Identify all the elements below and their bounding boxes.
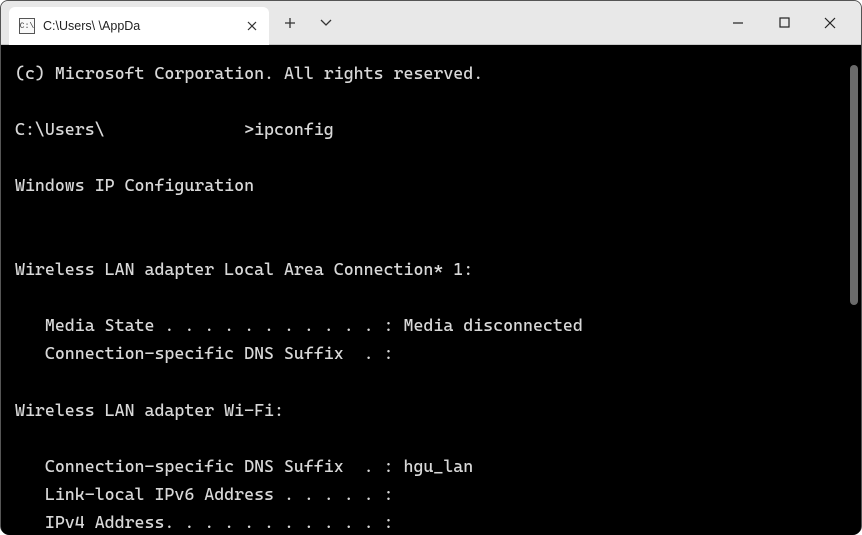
terminal-line: Wireless LAN adapter Local Area Connecti…	[15, 255, 847, 283]
scrollbar-thumb[interactable]	[850, 65, 858, 305]
terminal-line: Connection-specific DNS Suffix . :	[15, 339, 847, 367]
terminal-line	[15, 283, 847, 311]
close-window-button[interactable]	[807, 7, 853, 39]
terminal-line: (c) Microsoft Corporation. All rights re…	[15, 59, 847, 87]
terminal-line	[15, 424, 847, 452]
terminal-line: C:\Users\ >ipconfig	[15, 115, 847, 143]
scrollbar-vertical[interactable]	[850, 45, 858, 525]
window-controls	[715, 1, 861, 44]
cmd-icon: C:\	[19, 18, 35, 34]
terminal-line	[15, 87, 847, 115]
tab-dropdown-button[interactable]	[315, 12, 337, 34]
terminal-line: IPv4 Address. . . . . . . . . . . :	[15, 508, 847, 535]
terminal-line: Wireless LAN adapter Wi-Fi:	[15, 396, 847, 424]
terminal-line: Link-local IPv6 Address . . . . . :	[15, 480, 847, 508]
tab-close-button[interactable]	[243, 17, 261, 35]
minimize-button[interactable]	[715, 7, 761, 39]
tab-active[interactable]: C:\ C:\Users\ \AppDa	[9, 7, 269, 45]
terminal-line: Windows IP Configuration	[15, 171, 847, 199]
maximize-button[interactable]	[761, 7, 807, 39]
terminal-line	[15, 368, 847, 396]
terminal-line: Connection-specific DNS Suffix . : hgu_l…	[15, 452, 847, 480]
new-tab-button[interactable]	[279, 12, 301, 34]
terminal-output[interactable]: (c) Microsoft Corporation. All rights re…	[1, 45, 861, 535]
terminal-line	[15, 199, 847, 227]
terminal-line	[15, 227, 847, 255]
terminal-line: Media State . . . . . . . . . . . : Medi…	[15, 311, 847, 339]
titlebar: C:\ C:\Users\ \AppDa	[1, 1, 861, 45]
tab-actions	[269, 1, 337, 44]
terminal-line	[15, 143, 847, 171]
titlebar-drag-area[interactable]	[337, 1, 715, 44]
tab-title: C:\Users\ \AppDa	[43, 19, 235, 33]
